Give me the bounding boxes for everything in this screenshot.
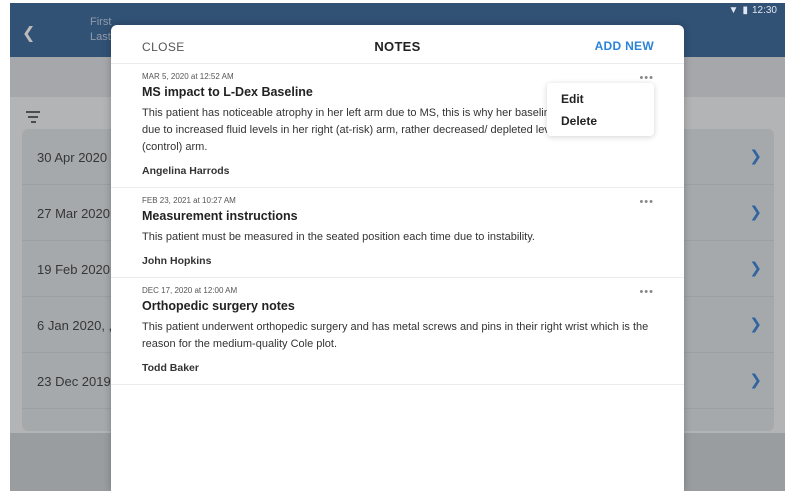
note-timestamp: DEC 17, 2020 at 12:00 AM [142, 286, 238, 295]
status-bar: ▼ ▮ 12:30 [729, 5, 777, 16]
note-title: Orthopedic surgery notes [142, 299, 295, 313]
note-context-menu: Edit Delete [547, 83, 654, 136]
note-item: DEC 17, 2020 at 12:00 AM Orthopedic surg… [111, 278, 684, 385]
note-timestamp: FEB 23, 2021 at 10:27 AM [142, 196, 236, 205]
add-new-button[interactable]: ADD NEW [595, 39, 654, 53]
note-author: John Hopkins [142, 255, 212, 267]
note-author: Angelina Harrods [142, 165, 230, 177]
more-options-icon[interactable]: ••• [639, 73, 654, 84]
note-item: FEB 23, 2021 at 10:27 AM Measurement ins… [111, 188, 684, 278]
wifi-icon: ▼ [728, 5, 739, 16]
more-options-icon[interactable]: ••• [639, 287, 654, 298]
note-timestamp: MAR 5, 2020 at 12:52 AM [142, 72, 234, 81]
battery-icon: ▮ [742, 5, 748, 16]
note-body: This patient must be measured in the sea… [142, 231, 535, 243]
note-body: This patient underwent orthopedic surger… [142, 321, 649, 350]
more-options-icon[interactable]: ••• [639, 197, 654, 208]
status-time: 12:30 [751, 5, 777, 16]
note-title: Measurement instructions [142, 209, 298, 223]
note-author: Todd Baker [142, 362, 199, 374]
edit-menu-item[interactable]: Edit [561, 91, 640, 113]
notes-modal: CLOSE NOTES ADD NEW MAR 5, 2020 at 12:52… [111, 25, 684, 491]
delete-menu-item[interactable]: Delete [561, 113, 640, 135]
modal-header: CLOSE NOTES ADD NEW [111, 25, 684, 64]
